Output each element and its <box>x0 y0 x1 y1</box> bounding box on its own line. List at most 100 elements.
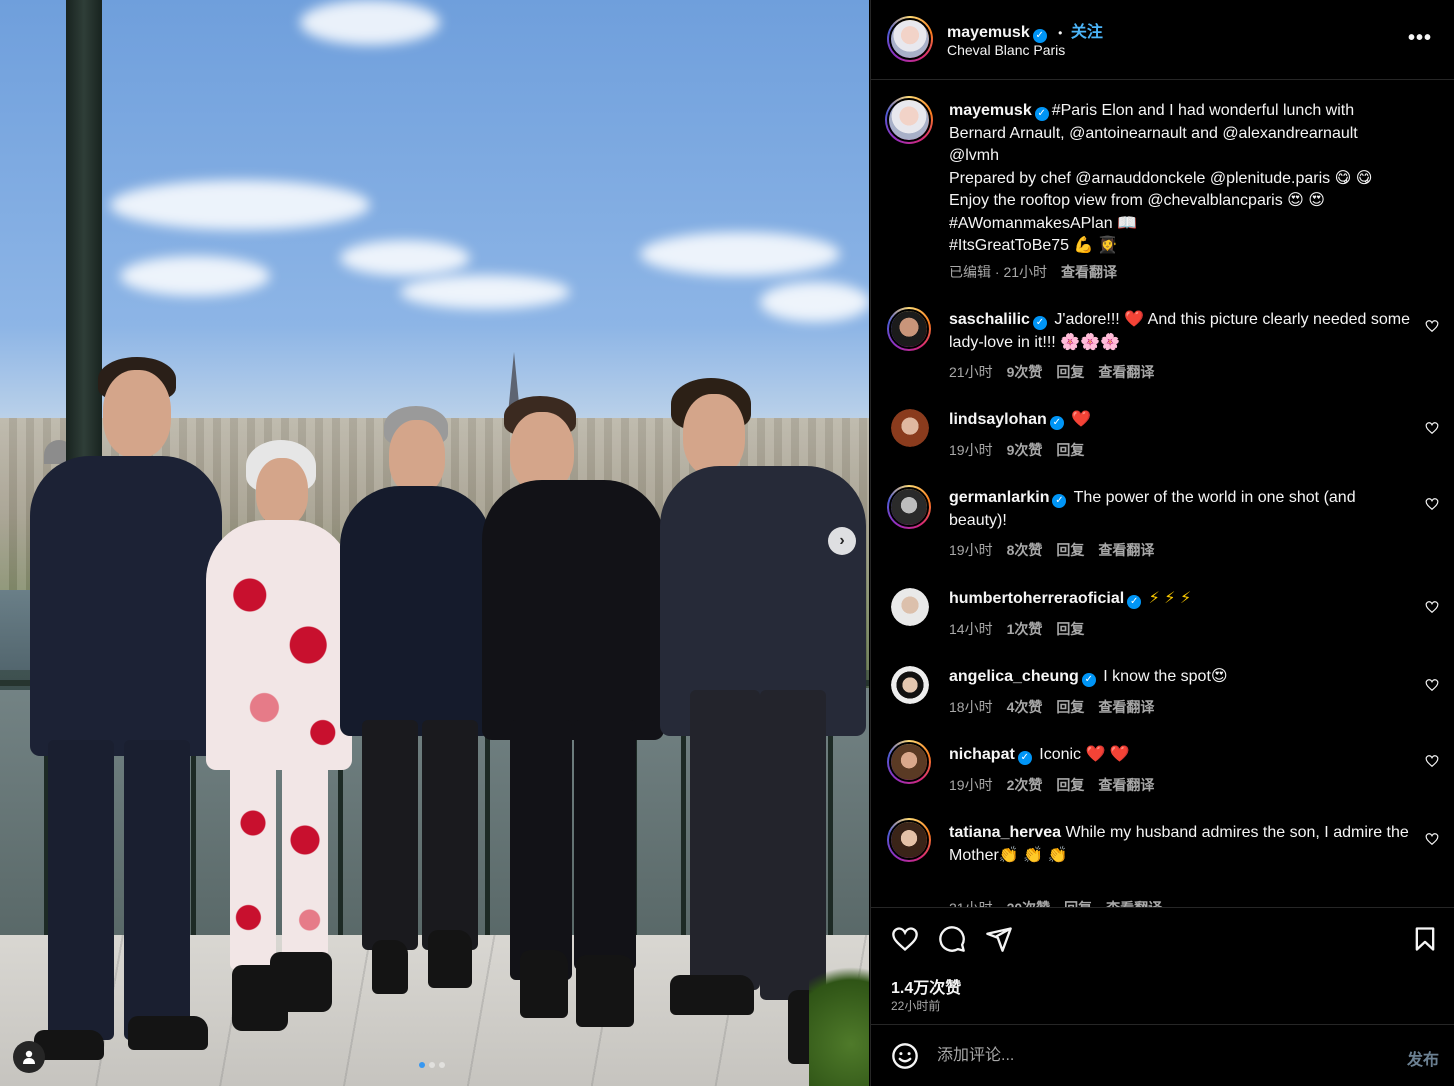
comment-username[interactable]: angelica_cheung <box>949 668 1079 685</box>
cloud <box>640 232 840 276</box>
post-actions: 1.4万次赞 22小时前 <box>871 907 1454 1025</box>
caption-username[interactable]: mayemusk <box>949 102 1032 119</box>
verified-icon: ✓ <box>1032 316 1047 330</box>
comment-time: 19小时 <box>949 442 993 458</box>
comment-text: germanlarkin ✓ The power of the world in … <box>949 487 1411 532</box>
post-comment-button[interactable]: 发布 <box>1407 1046 1439 1070</box>
comment-username[interactable]: saschalilic <box>949 311 1030 328</box>
avatar[interactable] <box>885 96 933 144</box>
avatar[interactable] <box>891 666 929 704</box>
caption-line: #ItsGreatToBe75 💪 👩‍🎓 <box>949 237 1118 254</box>
verified-icon: ✓ <box>1127 595 1142 609</box>
cloud <box>340 240 470 276</box>
comment-text: saschalilic ✓ J'adore!!! ❤️ And this pict… <box>949 309 1411 354</box>
like-comment-icon[interactable] <box>1425 319 1439 333</box>
comment-likes[interactable]: 9次赞 <box>1007 362 1043 382</box>
verified-icon: ✓ <box>1052 494 1067 508</box>
reply-button[interactable]: 回复 <box>1056 697 1084 717</box>
comment-likes[interactable]: 20次赞 <box>1007 898 1051 907</box>
avatar[interactable] <box>891 588 929 626</box>
caption-line: #AWomanmakesAPlan 📖 <box>949 214 1137 232</box>
edited-time: 已编辑 · 21小时 <box>949 264 1048 280</box>
reply-button[interactable]: 回复 <box>1064 898 1092 907</box>
avatar[interactable] <box>887 485 931 529</box>
comment-body: Iconic ❤️ ❤️ <box>1039 746 1130 763</box>
emoji-icon[interactable] <box>891 1042 919 1070</box>
location-link[interactable]: Cheval Blanc Paris <box>947 42 1065 58</box>
comment-username[interactable]: lindsaylohan <box>949 411 1047 428</box>
comment-username[interactable]: germanlarkin <box>949 489 1049 506</box>
like-comment-icon[interactable] <box>1425 421 1439 435</box>
verified-icon: ✓ <box>1017 751 1032 765</box>
see-translation-link[interactable]: 查看翻译 <box>1061 262 1117 282</box>
reply-button[interactable]: 回复 <box>1056 362 1084 382</box>
cloud <box>110 180 370 230</box>
cloud <box>400 275 570 309</box>
comment-username[interactable]: humbertoherreraoficial <box>949 590 1124 607</box>
plant <box>809 946 869 1086</box>
comment-meta: 19小时 9次赞 回复 <box>949 440 1084 460</box>
comment-username[interactable]: tatiana_hervea <box>949 824 1061 841</box>
like-comment-icon[interactable] <box>1425 678 1439 692</box>
verified-icon: ✓ <box>1032 29 1047 43</box>
tag-user-icon <box>23 1050 35 1064</box>
like-comment-icon[interactable] <box>1425 600 1439 614</box>
avatar[interactable] <box>887 740 931 784</box>
post-photo[interactable]: › <box>0 0 869 1086</box>
comment-meta: 21小时 20次赞 回复 查看翻译 <box>949 898 1162 907</box>
like-comment-icon[interactable] <box>1425 832 1439 846</box>
next-photo-button[interactable]: › <box>828 527 856 555</box>
caption-line: #Paris Elon and I had wonderful lunch wi… <box>1051 102 1355 119</box>
reply-button[interactable]: 回复 <box>1056 540 1084 560</box>
separator-dot: • <box>1058 26 1063 40</box>
comment-likes[interactable]: 1次赞 <box>1007 619 1043 639</box>
see-translation-link[interactable]: 查看翻译 <box>1098 362 1154 382</box>
comment-username[interactable]: nichapat <box>949 746 1015 763</box>
bookmark-icon[interactable] <box>1411 925 1439 953</box>
comment-text: tatiana_hervea While my husband admires … <box>949 822 1411 867</box>
reply-button[interactable]: 回复 <box>1056 440 1084 460</box>
comment-icon[interactable] <box>938 925 966 953</box>
comments-list[interactable]: mayemusk ✓ #Paris Elon and I had wonderful… <box>871 81 1454 907</box>
comment-likes[interactable]: 4次赞 <box>1007 697 1043 717</box>
comment-meta: 19小时 8次赞 回复 查看翻译 <box>949 540 1154 560</box>
pole <box>66 0 102 470</box>
like-comment-icon[interactable] <box>1425 497 1439 511</box>
likes-count[interactable]: 1.4万次赞 <box>891 974 961 998</box>
comment-body: ❤️ <box>1071 411 1092 428</box>
follow-button[interactable]: 关注 <box>1071 24 1103 41</box>
comment-time: 21小时 <box>949 898 993 907</box>
avatar[interactable] <box>891 409 929 447</box>
avatar[interactable] <box>887 307 931 351</box>
comment-likes[interactable]: 2次赞 <box>1007 775 1043 795</box>
see-translation-link[interactable]: 查看翻译 <box>1106 898 1162 907</box>
cloud <box>760 282 869 322</box>
avatar[interactable] <box>887 16 933 62</box>
verified-icon: ✓ <box>1034 107 1049 121</box>
see-translation-link[interactable]: 查看翻译 <box>1098 697 1154 717</box>
heart-icon[interactable] <box>891 925 919 953</box>
reply-button[interactable]: 回复 <box>1056 619 1084 639</box>
comment-input[interactable] <box>937 1044 1377 1068</box>
header-username[interactable]: mayemusk <box>947 24 1030 41</box>
see-translation-link[interactable]: 查看翻译 <box>1098 540 1154 560</box>
post-time: 22小时前 <box>891 999 941 1013</box>
comment-text: humbertoherreraoficial ✓ ⚡ ⚡ ⚡ <box>949 588 1411 611</box>
comment-likes[interactable]: 9次赞 <box>1007 440 1043 460</box>
comment-likes[interactable]: 8次赞 <box>1007 540 1043 560</box>
comment-text: nichapat ✓ Iconic ❤️ ❤️ <box>949 744 1411 767</box>
avatar[interactable] <box>887 818 931 862</box>
reply-button[interactable]: 回复 <box>1056 775 1084 795</box>
comment-body: I know the spot😍 <box>1103 668 1228 685</box>
comment-text: lindsaylohan ✓ ❤️ <box>949 409 1411 432</box>
caption-line: Prepared by chef @arnauddonckele @plenit… <box>949 169 1373 187</box>
carousel-dot-active <box>419 1062 425 1068</box>
like-comment-icon[interactable] <box>1425 754 1439 768</box>
see-translation-link[interactable]: 查看翻译 <box>1098 775 1154 795</box>
carousel-indicator <box>419 1062 445 1068</box>
caption-meta: 已编辑 · 21小时 查看翻译 <box>949 262 1117 282</box>
more-icon[interactable]: ••• <box>1408 27 1432 50</box>
tagged-users-button[interactable] <box>13 1041 45 1073</box>
share-icon[interactable] <box>985 925 1013 953</box>
post-sidebar: mayemusk ✓ • 关注 Cheval Blanc Paris ••• ma… <box>870 0 1454 1086</box>
